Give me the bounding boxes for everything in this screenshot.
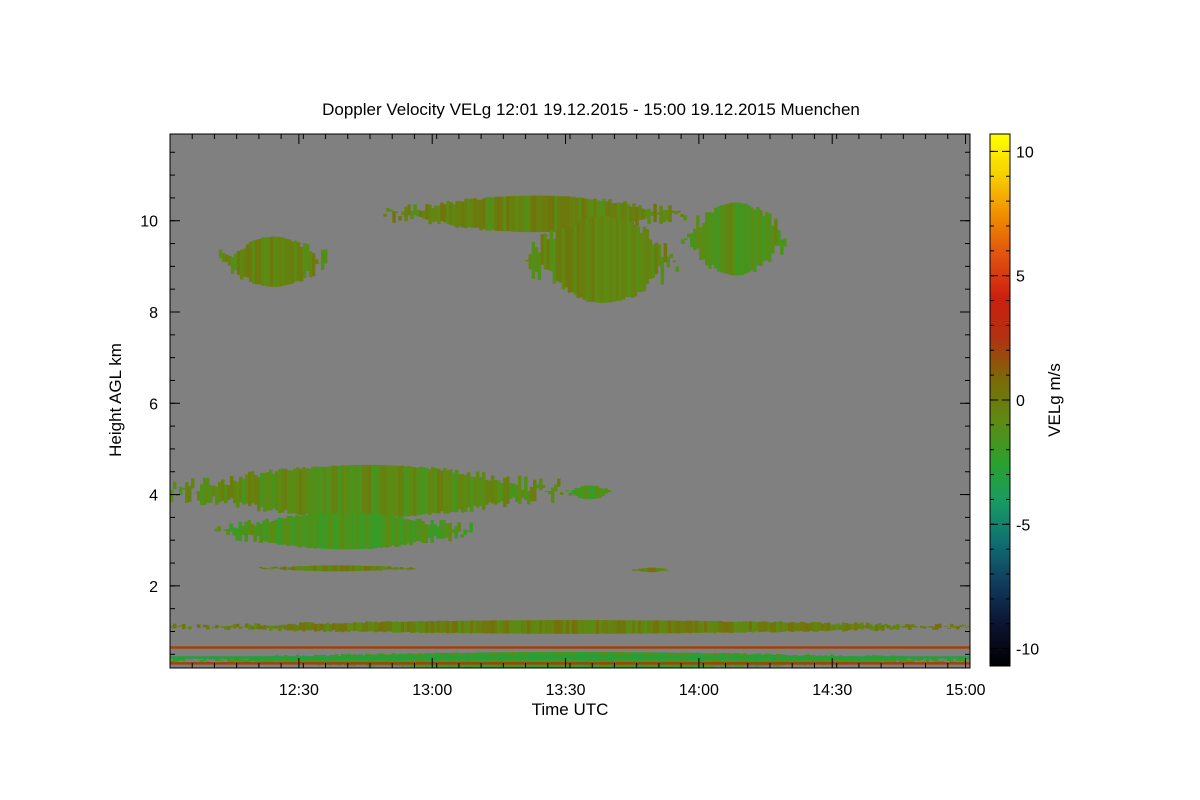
x-tick-label: 13:30: [546, 682, 586, 699]
y-tick-label: 10: [140, 214, 158, 231]
colorbar-tick-label: 10: [1016, 144, 1034, 161]
y-tick-label: 2: [149, 579, 158, 596]
x-tick-label: 14:00: [679, 682, 719, 699]
x-tick-label: 14:30: [812, 682, 852, 699]
x-tick-label: 15:00: [946, 682, 986, 699]
x-tick-label: 12:30: [279, 682, 319, 699]
chart-title: Doppler Velocity VELg 12:01 19.12.2015 -…: [322, 100, 860, 119]
y-tick-label: 8: [149, 305, 158, 322]
x-axis-label: Time UTC: [532, 700, 609, 719]
y-tick-label: 4: [149, 488, 158, 505]
colorbar-tick-label: -5: [1016, 517, 1030, 534]
x-tick-label: 13:00: [412, 682, 452, 699]
colorbar-tick-label: 0: [1016, 393, 1025, 410]
colorbar-tick-label: -10: [1016, 642, 1039, 659]
y-axis-label: Height AGL km: [106, 343, 125, 457]
y-tick-label: 6: [149, 396, 158, 413]
colorbar-label: VELg m/s: [1045, 363, 1064, 437]
doppler-velocity-chart: Doppler Velocity VELg 12:01 19.12.2015 -…: [106, 100, 1064, 719]
colorbar-tick-label: 5: [1016, 269, 1025, 286]
